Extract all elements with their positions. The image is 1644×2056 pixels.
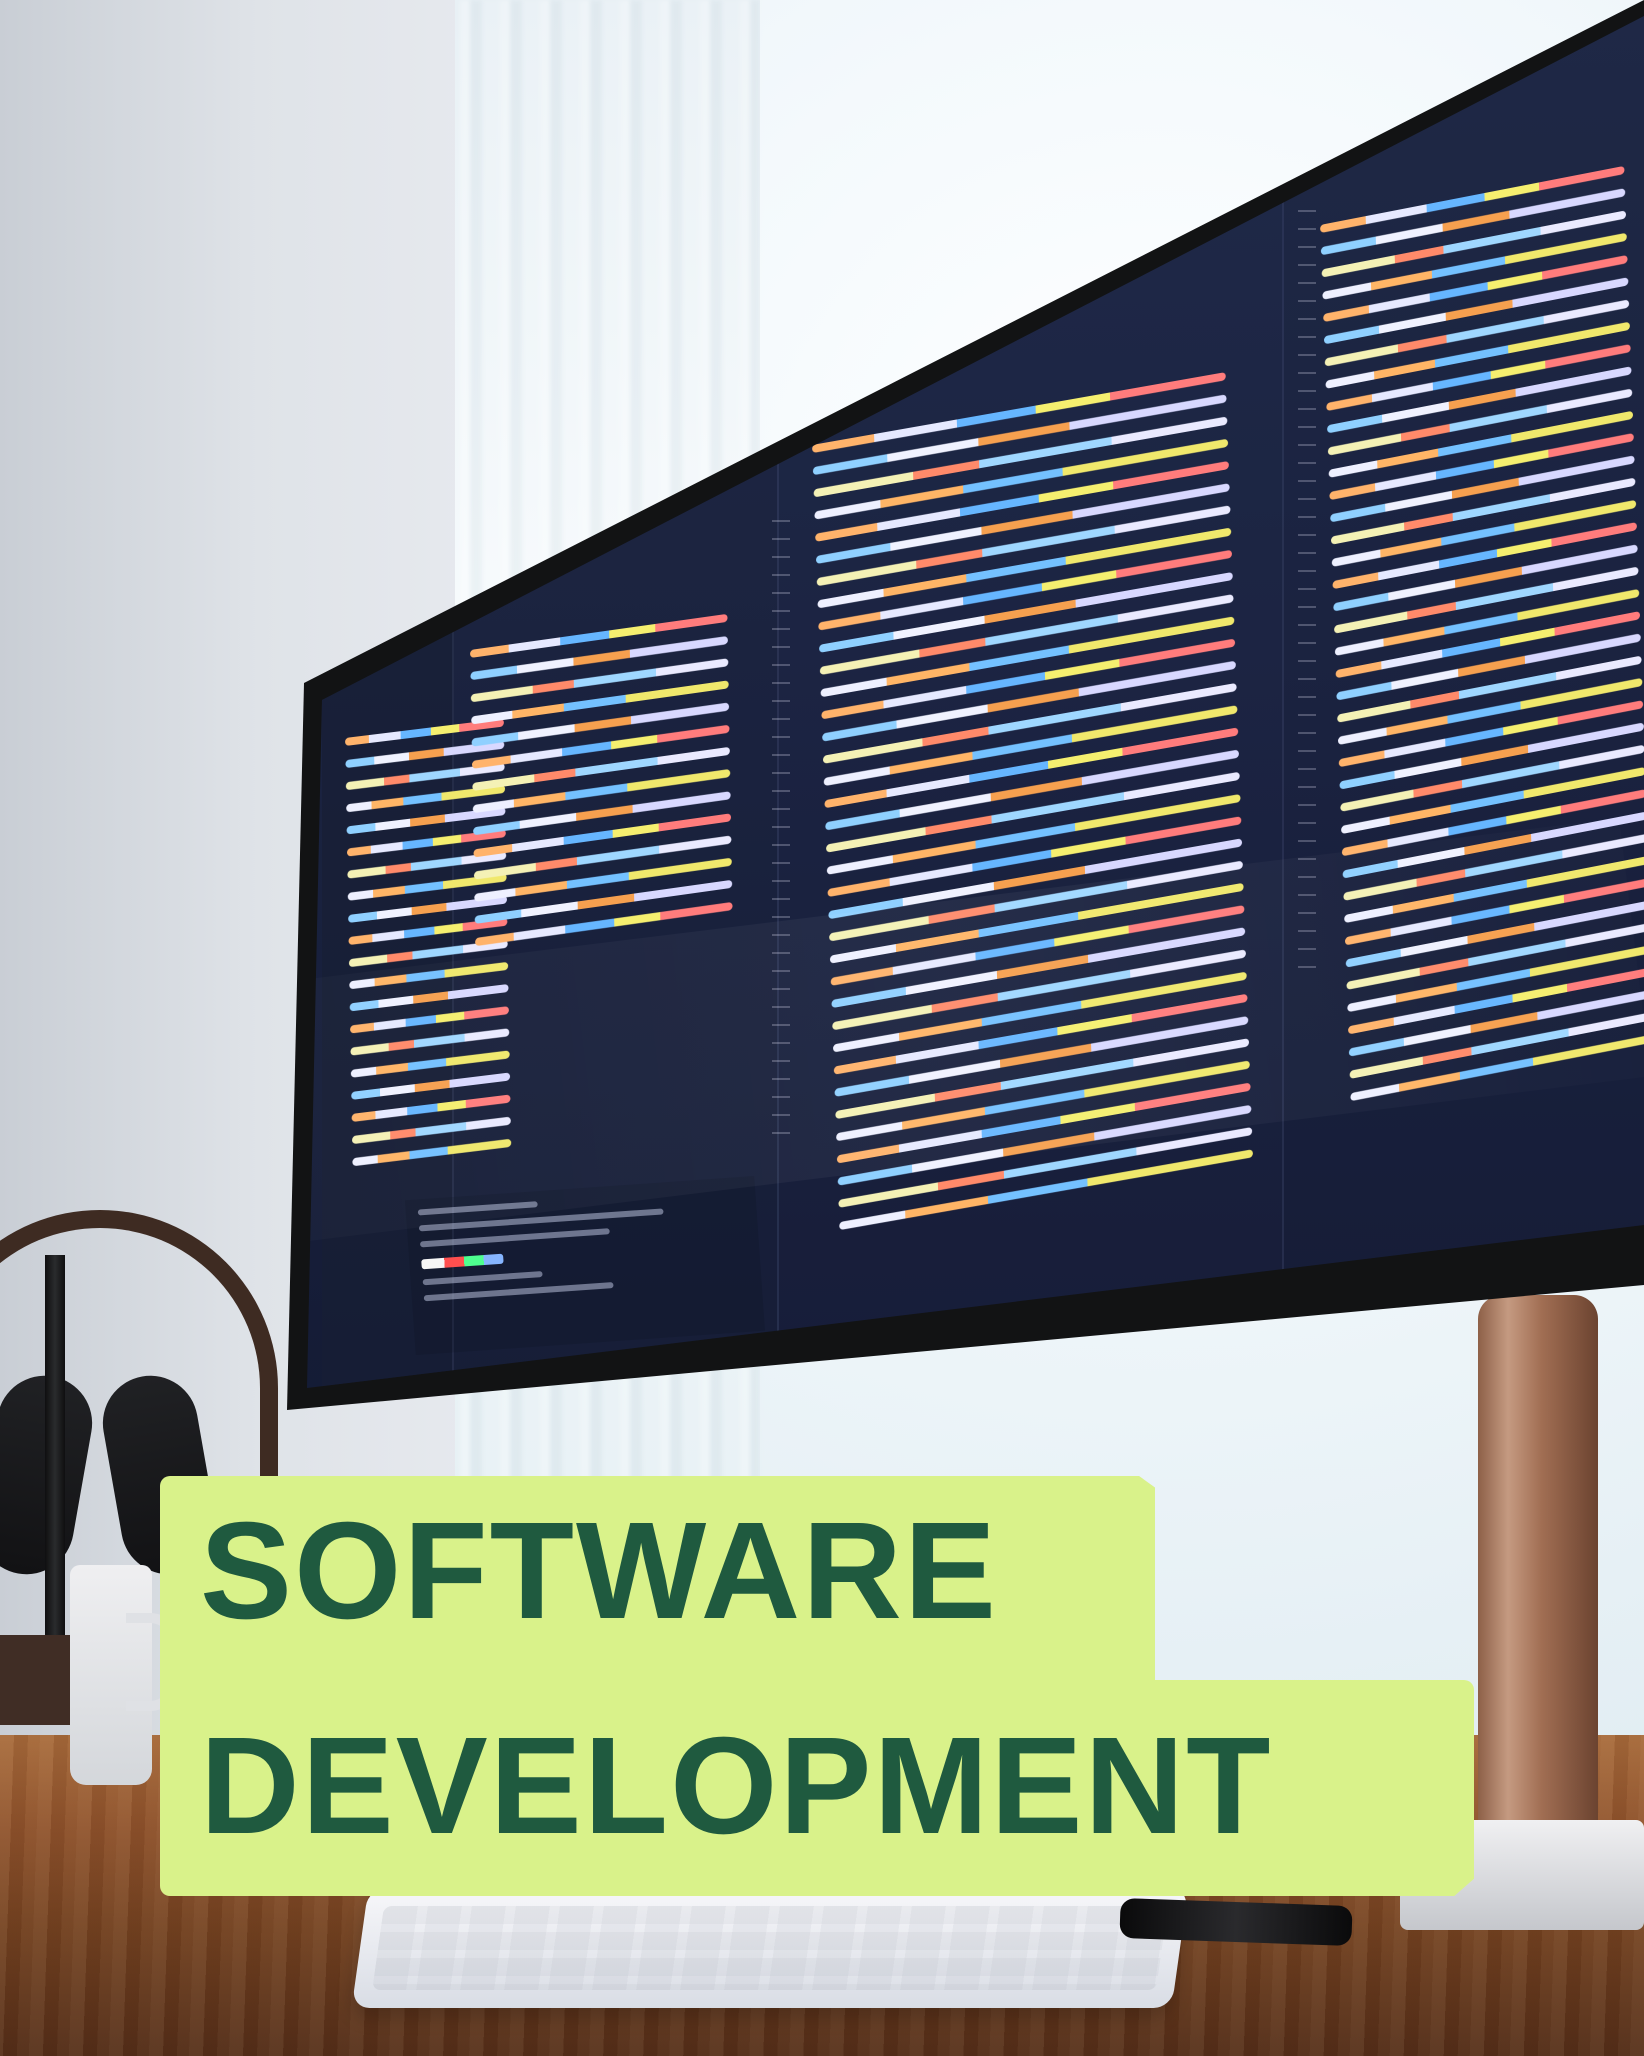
monitor-stand-base <box>1400 1820 1644 1930</box>
photo-scene: SOFTWARE DEVELOPMENT <box>0 0 1644 2056</box>
keyboard-icon <box>351 1888 1189 2008</box>
code-block-left <box>470 613 733 960</box>
mug-icon <box>70 1565 180 1785</box>
phone-icon <box>1119 1897 1353 1947</box>
monitor-stand <box>1478 1295 1598 1855</box>
